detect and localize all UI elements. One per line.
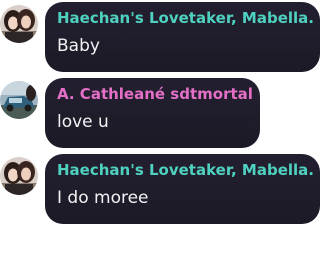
message-text: Baby <box>57 36 100 56</box>
message-bubble: Haechan's Lovetaker, Mabella. Baby <box>45 2 320 72</box>
message-author[interactable]: Haechan's Lovetaker, Mabella. <box>57 159 320 181</box>
two-people-photo-icon <box>0 157 38 195</box>
message-bubble: Haechan's Lovetaker, Mabella. I do moree <box>45 154 320 224</box>
avatar[interactable] <box>0 157 38 195</box>
two-people-photo-icon <box>0 5 38 43</box>
message-text: love u <box>57 112 109 132</box>
chat-message: Haechan's Lovetaker, Mabella. I do moree <box>0 154 320 226</box>
chat-message: Haechan's Lovetaker, Mabella. Baby <box>0 2 320 74</box>
avatar[interactable] <box>0 5 38 43</box>
message-bubble: A. Cathleané sdtmortal love u <box>45 78 260 148</box>
message-text: I do moree <box>57 188 149 208</box>
chat-message: A. Cathleané sdtmortal love u <box>0 78 320 150</box>
avatar[interactable] <box>0 81 38 119</box>
message-author[interactable]: A. Cathleané sdtmortal <box>57 83 260 105</box>
car-photo-icon <box>0 81 38 119</box>
message-author[interactable]: Haechan's Lovetaker, Mabella. <box>57 7 320 29</box>
